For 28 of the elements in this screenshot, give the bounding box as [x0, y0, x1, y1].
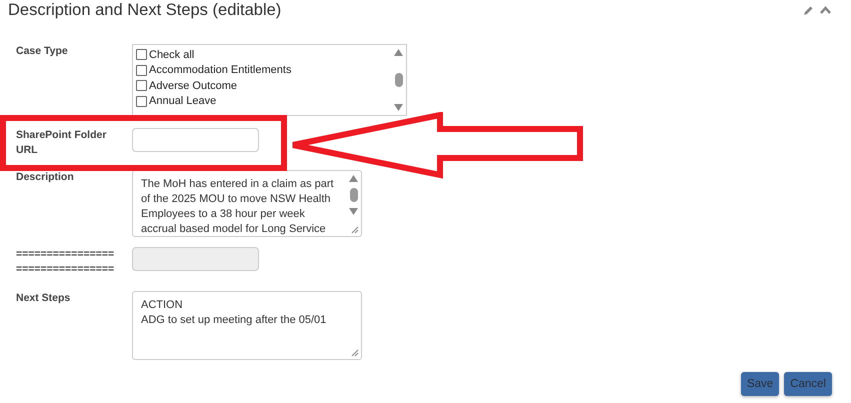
pencil-icon[interactable]	[803, 4, 814, 16]
checkbox-option[interactable]: Accommodation Entitlements	[136, 62, 406, 78]
scroll-up-icon[interactable]	[394, 49, 403, 56]
checkbox-option[interactable]: Check all	[136, 47, 406, 62]
field-label: ================ ================	[16, 247, 116, 277]
field-label: Case Type	[16, 44, 69, 59]
collapse-icon[interactable]	[820, 6, 831, 14]
panel-title: Description and Next Steps (editable)	[8, 0, 282, 20]
checkbox[interactable]	[136, 64, 147, 76]
scrollbar-thumb[interactable]	[394, 73, 402, 87]
url-field[interactable]	[132, 128, 259, 152]
scroll-down-icon[interactable]	[349, 208, 358, 215]
checkbox-option[interactable]: Annual Leave	[136, 94, 406, 109]
scroll-up-icon[interactable]	[349, 175, 358, 182]
field-label: Next Steps	[16, 291, 72, 306]
resize-grip-icon[interactable]	[351, 226, 359, 234]
field-label: Description	[16, 170, 75, 185]
checkbox[interactable]	[136, 96, 147, 107]
case-type-list[interactable]: Check all Accommodation Entitlements Adverse Outcome Annual Leave	[132, 44, 407, 116]
resize-grip-icon[interactable]	[351, 349, 359, 357]
scroll-down-icon[interactable]	[394, 104, 403, 111]
checkbox-option[interactable]: Adverse Outcome	[136, 78, 406, 94]
field-label: SharePoint Folder URL	[16, 128, 108, 158]
description-field[interactable]: The MoH has entered in a claim as part of the 2025 MOU to move NSW Health Employees to a 38 hour per week accrual based model for Long Service	[132, 170, 362, 237]
next-steps-field[interactable]: ACTION ADG to set up meeting after the 05/01	[132, 291, 362, 360]
scrollbar-thumb[interactable]	[350, 188, 358, 202]
checkbox[interactable]	[136, 80, 147, 92]
checkbox[interactable]	[136, 49, 147, 60]
